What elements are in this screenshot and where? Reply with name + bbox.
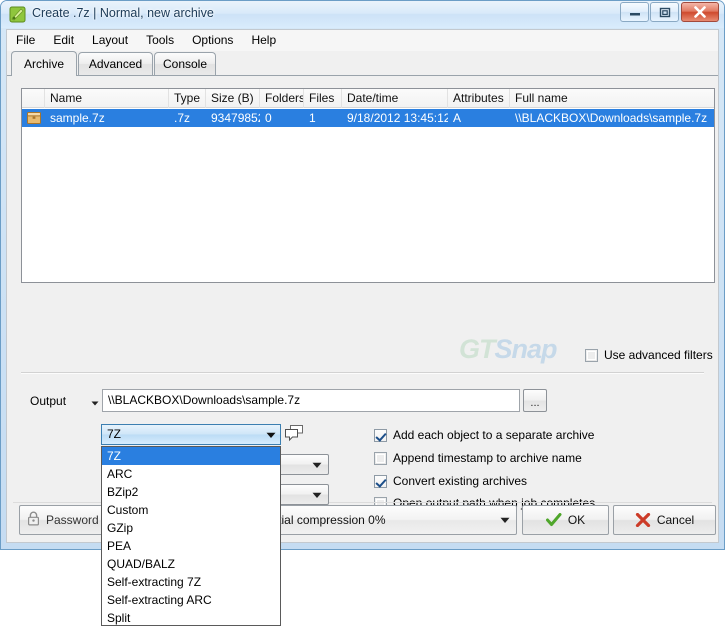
column-header-icon[interactable]	[22, 89, 45, 108]
use-advanced-filters-label: Use advanced filters	[604, 348, 713, 362]
option-add-each-object[interactable]: Add each object to a separate archive	[374, 428, 594, 442]
archive-format-value: 7Z	[107, 427, 122, 441]
x-icon	[635, 513, 651, 527]
check-icon	[545, 513, 562, 527]
password-label: Password	[46, 513, 99, 527]
ok-label: OK	[567, 513, 586, 527]
add-each-object-label: Add each object to a separate archive	[393, 428, 595, 442]
lock-icon	[27, 511, 40, 529]
column-header-name[interactable]: Name	[45, 89, 169, 108]
column-header-size[interactable]: Size (B)	[206, 89, 260, 108]
cell-type: .7z	[174, 111, 191, 125]
chevron-down-icon[interactable]	[500, 506, 510, 534]
option-convert-existing[interactable]: Convert existing archives	[374, 474, 527, 488]
cell-name: sample.7z	[50, 111, 105, 125]
separator	[21, 372, 704, 374]
option-append-timestamp[interactable]: Append timestamp to archive name	[374, 451, 582, 465]
menu-item-options[interactable]: Options	[183, 30, 242, 51]
tab-panel-archive: Name Type Size (B) Folders Files Date/ti…	[7, 75, 718, 626]
title-bar: Create .7z | Normal, new archive	[1, 1, 724, 28]
watermark-part2: Snap	[494, 334, 558, 364]
watermark: GTSnap	[459, 334, 558, 365]
chevron-down-icon[interactable]	[89, 397, 101, 409]
close-icon	[682, 3, 718, 21]
menu-bar: File Edit Layout Tools Options Help	[6, 29, 719, 51]
column-header-files[interactable]: Files	[304, 89, 342, 108]
menu-item-edit[interactable]: Edit	[44, 30, 83, 51]
archive-format-combo[interactable]: 7Z	[101, 424, 281, 445]
watermark-part1: GT	[459, 334, 495, 364]
tab-advanced[interactable]: Advanced	[78, 52, 153, 75]
format-option-pea[interactable]: PEA	[102, 537, 280, 555]
file-list-header: Name Type Size (B) Folders Files Date/ti…	[22, 89, 714, 108]
cell-folders: 0	[265, 111, 272, 125]
column-header-attributes[interactable]: Attributes	[448, 89, 510, 108]
archive-format-dropdown-list[interactable]: 7Z ARC BZip2 Custom GZip PEA QUAD/BALZ S…	[101, 446, 281, 626]
format-option-arc[interactable]: ARC	[102, 465, 280, 483]
use-advanced-filters-row[interactable]: Use advanced filters	[585, 348, 713, 362]
file-list[interactable]: Name Type Size (B) Folders Files Date/ti…	[21, 88, 715, 283]
format-option-gzip[interactable]: GZip	[102, 519, 280, 537]
client-area: Archive Advanced Console Name Type Size …	[6, 51, 719, 626]
menu-item-help[interactable]: Help	[242, 30, 285, 51]
append-timestamp-checkbox[interactable]	[374, 451, 387, 465]
chevron-down-icon[interactable]	[262, 425, 280, 444]
tab-archive[interactable]: Archive	[11, 51, 77, 76]
minimize-button[interactable]	[620, 2, 649, 22]
chevron-down-icon	[308, 485, 326, 504]
maximize-button[interactable]	[650, 2, 679, 22]
menu-item-layout[interactable]: Layout	[83, 30, 137, 51]
password-button[interactable]: Password	[19, 505, 109, 535]
convert-existing-checkbox[interactable]	[374, 474, 387, 488]
format-option-custom[interactable]: Custom	[102, 501, 280, 519]
column-header-type[interactable]: Type	[169, 89, 206, 108]
append-timestamp-label: Append timestamp to archive name	[393, 451, 582, 465]
format-option-bzip2[interactable]: BZip2	[102, 483, 280, 501]
comment-bubble-icon[interactable]	[284, 424, 304, 442]
application-window: Create .7z | Normal, new archive File Ed…	[0, 0, 725, 626]
menu-item-tools[interactable]: Tools	[137, 30, 183, 51]
add-each-object-checkbox[interactable]	[374, 428, 387, 442]
ok-button[interactable]: OK	[522, 505, 609, 535]
format-option-quad-balz[interactable]: QUAD/BALZ	[102, 555, 280, 573]
cell-files: 1	[309, 111, 316, 125]
window-title: Create .7z | Normal, new archive	[32, 6, 214, 20]
format-option-split[interactable]: Split	[102, 609, 280, 625]
output-browse-button[interactable]: ...	[523, 389, 547, 412]
tab-console[interactable]: Console	[154, 52, 216, 75]
column-header-fullname[interactable]: Full name	[510, 89, 714, 108]
close-button[interactable]	[681, 2, 719, 22]
peazip-icon	[9, 6, 26, 23]
convert-existing-label: Convert existing archives	[393, 474, 528, 488]
menu-item-file[interactable]: File	[7, 30, 44, 51]
tab-strip: Archive Advanced Console	[7, 51, 718, 76]
table-row[interactable]: sample.7z .7z 93479852 0 1 9/18/2012 13:…	[22, 109, 714, 127]
output-label: Output	[30, 394, 67, 408]
cell-attributes: A	[453, 111, 462, 125]
chevron-down-icon	[308, 455, 326, 474]
cell-size: 93479852	[211, 111, 260, 125]
format-option-7z[interactable]: 7Z	[102, 447, 280, 465]
column-header-folders[interactable]: Folders	[260, 89, 304, 108]
maximize-icon	[651, 3, 678, 21]
cell-fullname: \\BLACKBOX\Downloads\sample.7z	[515, 111, 708, 125]
minimize-icon	[621, 3, 648, 21]
format-option-self-extracting-arc[interactable]: Self-extracting ARC	[102, 591, 280, 609]
cancel-label: Cancel	[656, 513, 695, 527]
format-option-self-extracting-7z[interactable]: Self-extracting 7Z	[102, 573, 280, 591]
column-header-datetime[interactable]: Date/time	[342, 89, 448, 108]
archive-box-icon	[27, 112, 41, 124]
output-path-input[interactable]: \\BLACKBOX\Downloads\sample.7z	[102, 389, 520, 412]
use-advanced-filters-checkbox[interactable]	[585, 348, 598, 362]
cancel-button[interactable]: Cancel	[613, 505, 716, 535]
cell-datetime: 9/18/2012 13:45:12	[347, 111, 448, 125]
